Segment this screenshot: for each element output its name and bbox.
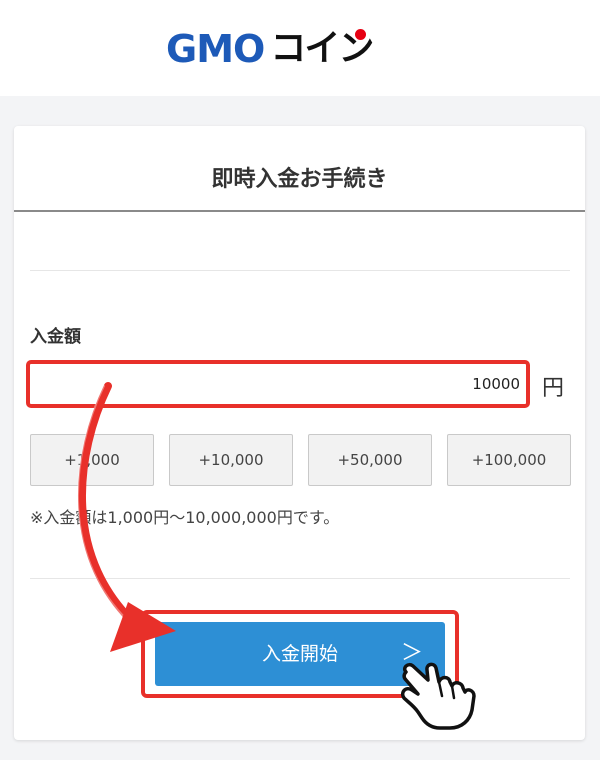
add-50000-button[interactable]: +50,000: [308, 434, 432, 486]
start-deposit-button[interactable]: 入金開始 ＞: [155, 622, 445, 686]
section-divider-top: [30, 270, 570, 271]
amount-label: 入金額: [30, 327, 81, 347]
deposit-card: 即時入金お手続き 入金額 円 +1,000 +10,000 +50,000 +1…: [14, 126, 585, 740]
add-100000-button[interactable]: +100,000: [447, 434, 571, 486]
app-header: GMO コイン: [0, 0, 600, 96]
amount-range-note: ※入金額は1,000円〜10,000,000円です。: [30, 508, 340, 527]
amount-input[interactable]: [36, 370, 524, 398]
logo-gmo-text: GMO: [166, 27, 265, 71]
add-10000-button[interactable]: +10,000: [169, 434, 293, 486]
amount-field-highlight: [26, 360, 530, 408]
chevron-right-icon: ＞: [400, 641, 423, 666]
section-divider-bottom: [30, 578, 570, 579]
page-title: 即時入金お手続き: [14, 126, 585, 212]
add-1000-button[interactable]: +1,000: [30, 434, 154, 486]
gmo-coin-logo: GMO コイン: [166, 26, 374, 72]
logo-coin-text: コイン: [270, 26, 374, 72]
yen-unit: 円: [542, 376, 565, 401]
start-deposit-label: 入金開始: [261, 643, 338, 665]
